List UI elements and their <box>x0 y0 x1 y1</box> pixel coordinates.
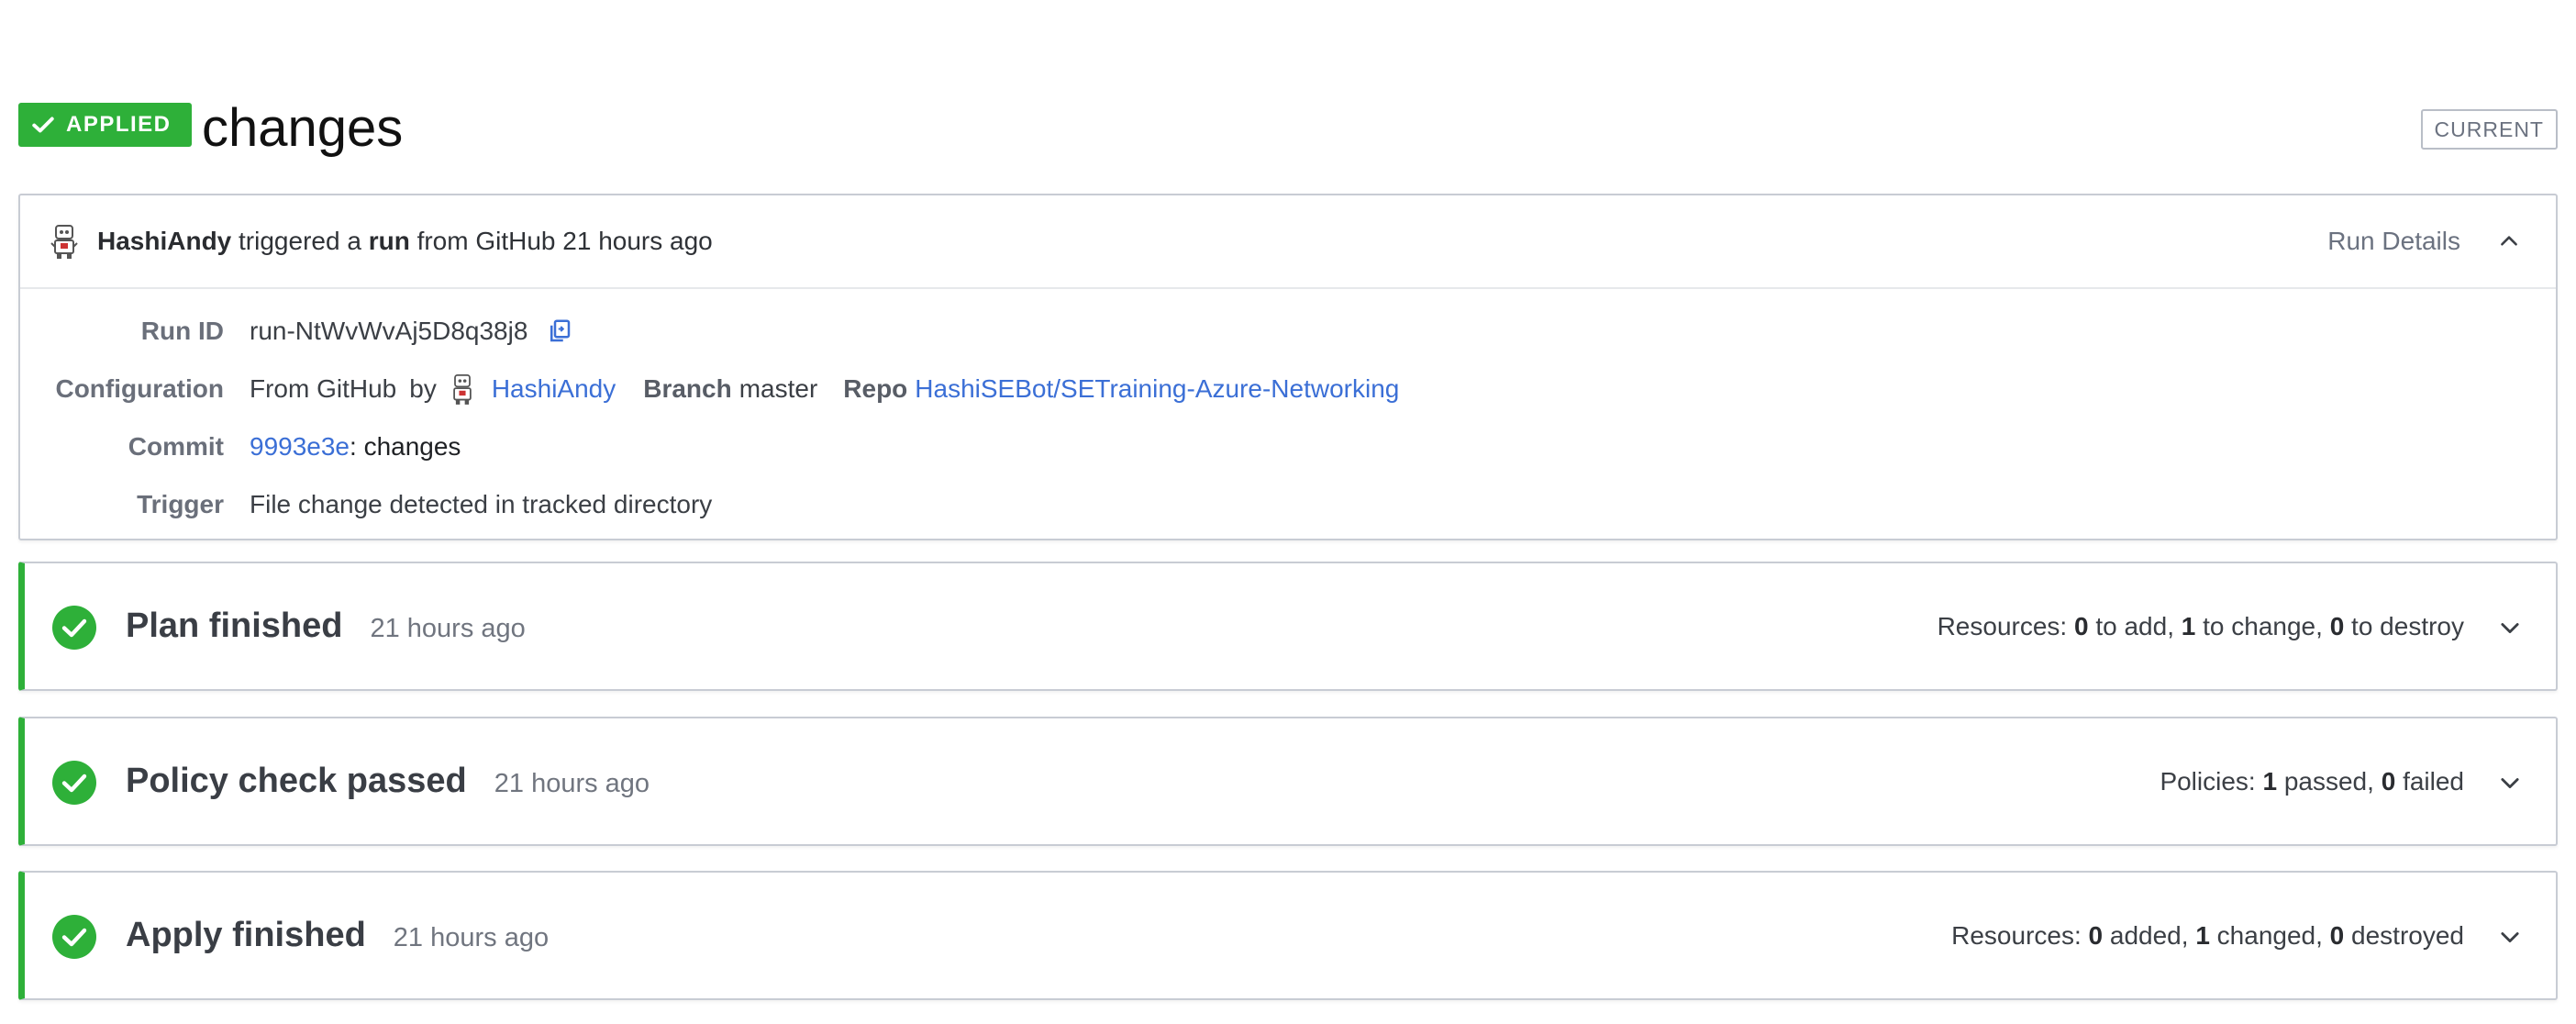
run-header-bar: APPLIED changes CURRENT <box>18 95 2558 161</box>
branch-label: Branch <box>643 373 732 403</box>
commit-value: 9993e3e : changes <box>250 432 461 462</box>
check-circle-icon <box>52 761 96 805</box>
robot-avatar-icon <box>50 225 78 259</box>
apply-count-added: 0 <box>2088 920 2104 950</box>
policy-step-title: Policy check passed 21 hours ago <box>126 762 650 801</box>
trigger-row: Trigger File change detected in tracked … <box>20 475 2556 533</box>
apply-step-summary: Resources: 0 added, 1 changed, 0 destroy… <box>1951 921 2464 951</box>
policy-count-failed: 0 <box>2381 766 2396 796</box>
plan-title-text: Plan finished <box>126 607 343 645</box>
plan-summary-prefix: Resources: <box>1937 611 2068 640</box>
commit-row: Commit 9993e3e : changes <box>20 417 2556 475</box>
trigger-label: Trigger <box>137 489 224 518</box>
chevron-up-icon[interactable] <box>2497 229 2521 253</box>
page-title: changes <box>202 98 404 158</box>
branch-value: master <box>738 373 818 403</box>
run-from-text: from GitHub 21 hours ago <box>416 227 713 255</box>
apply-count-changed: 1 <box>2195 920 2210 950</box>
configuration-label: Configuration <box>55 373 224 403</box>
policy-step-time: 21 hours ago <box>494 769 650 798</box>
trigger-value: File change detected in tracked director… <box>250 489 713 518</box>
run-details-label: Run Details <box>2327 227 2460 255</box>
apply-step-time: 21 hours ago <box>393 923 550 952</box>
commit-sha-link[interactable]: 9993e3e <box>250 432 350 462</box>
plan-count-change: 1 <box>2181 611 2196 640</box>
plan-step-time: 21 hours ago <box>370 614 526 643</box>
run-id-value: run-NtWvWvAj5D8q38j8 <box>250 316 528 345</box>
repo-link[interactable]: HashiSEBot/SETraining-Azure-Networking <box>915 374 1399 404</box>
status-badge: APPLIED <box>18 103 192 147</box>
policy-summary-prefix: Policies: <box>2160 766 2256 796</box>
apply-step-title: Apply finished 21 hours ago <box>126 916 549 955</box>
chevron-down-icon[interactable] <box>2497 770 2523 796</box>
apply-count-destroyed: 0 <box>2329 920 2345 950</box>
robot-avatar-icon <box>453 373 472 405</box>
chevron-down-icon[interactable] <box>2497 615 2523 640</box>
plan-text-change: to change, <box>2203 611 2323 640</box>
policy-step-summary: Policies: 1 passed, 0 failed <box>2160 767 2464 796</box>
apply-step: Apply finished 21 hours ago Resources: 0 … <box>25 873 2556 998</box>
run-id-row: Run ID run-NtWvWvAj5D8q38j8 <box>20 302 2556 360</box>
copy-icon[interactable] <box>546 317 573 345</box>
plan-step: Plan finished 21 hours ago Resources: 0 t… <box>25 563 2556 689</box>
plan-step-card[interactable]: Plan finished 21 hours ago Resources: 0 t… <box>18 562 2558 691</box>
check-circle-icon <box>52 915 96 959</box>
plan-count-add: 0 <box>2073 611 2089 640</box>
apply-summary-prefix: Resources: <box>1951 920 2082 950</box>
apply-text-added: added, <box>2109 920 2189 950</box>
plan-step-title: Plan finished 21 hours ago <box>126 607 526 646</box>
configuration-by: by <box>409 373 437 403</box>
configuration-source: From GitHub <box>250 373 397 403</box>
apply-title-text: Apply finished <box>126 916 366 954</box>
apply-text-destroyed: destroyed <box>2351 920 2464 950</box>
check-circle-icon <box>52 606 96 650</box>
check-icon <box>32 117 54 133</box>
run-word: run <box>368 227 410 255</box>
run-details-card: HashiAndy triggered a run from GitHub 21… <box>18 194 2558 540</box>
apply-step-card[interactable]: Apply finished 21 hours ago Resources: 0 … <box>18 871 2558 1000</box>
plan-step-summary: Resources: 0 to add, 1 to change, 0 to d… <box>1938 612 2464 641</box>
commit-label: Commit <box>128 431 224 461</box>
plan-text-destroy: to destroy <box>2351 611 2464 640</box>
repo-label: Repo <box>843 373 908 403</box>
policy-title-text: Policy check passed <box>126 762 467 800</box>
run-triggered-text: triggered a <box>239 227 361 255</box>
policy-text-failed: failed <box>2403 766 2464 796</box>
configuration-row: Configuration From GitHub by HashiAndy B… <box>20 360 2556 417</box>
run-page: APPLIED changes CURRENT HashiAndy trigge… <box>0 0 2576 1024</box>
run-user[interactable]: HashiAndy <box>97 227 231 256</box>
status-badge-label: APPLIED <box>66 112 172 137</box>
current-badge: CURRENT <box>2420 109 2558 150</box>
run-summary: HashiAndy triggered a run from GitHub 21… <box>20 195 2556 289</box>
plan-text-add: to add, <box>2095 611 2174 640</box>
policy-step-card[interactable]: Policy check passed 21 hours ago Policies… <box>18 717 2558 846</box>
commit-message: : changes <box>350 431 461 461</box>
configuration-value: From GitHub by HashiAndy Branch master R… <box>250 373 1399 406</box>
apply-text-changed: changed, <box>2216 920 2323 950</box>
run-id-value-wrap: run-NtWvWvAj5D8q38j8 <box>250 317 573 346</box>
policy-count-passed: 1 <box>2262 766 2278 796</box>
run-id-label: Run ID <box>140 316 224 345</box>
chevron-down-icon[interactable] <box>2497 924 2523 950</box>
policy-step: Policy check passed 21 hours ago Policies… <box>25 718 2556 844</box>
policy-text-passed: passed, <box>2283 766 2374 796</box>
plan-count-destroy: 0 <box>2329 611 2345 640</box>
run-detail-rows: Run ID run-NtWvWvAj5D8q38j8 Configuratio… <box>20 289 2556 533</box>
configuration-user-link[interactable]: HashiAndy <box>492 374 616 404</box>
run-details-toggle[interactable]: Run Details <box>2327 195 2521 287</box>
